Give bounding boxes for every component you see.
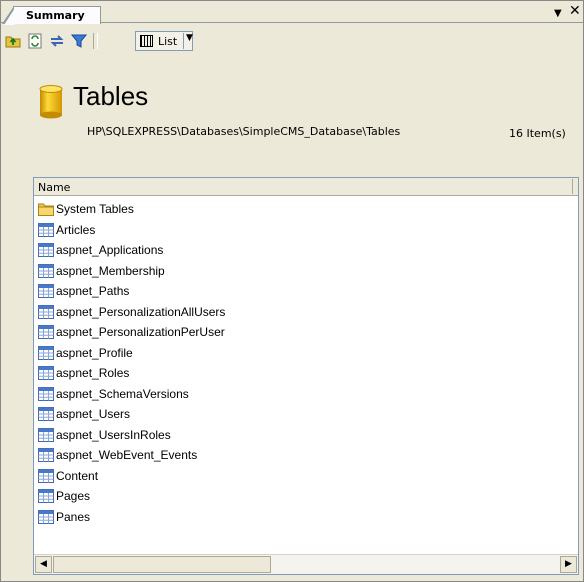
list-item[interactable]: Content: [38, 468, 225, 489]
window-menu-dropdown-icon[interactable]: ▼: [554, 8, 562, 19]
list-item-label: Panes: [56, 509, 91, 524]
page-title: Tables: [73, 81, 149, 111]
table-icon: [38, 427, 54, 442]
list-items: System Tables Articles aspnet_Applicatio…: [38, 201, 225, 529]
list-item-label: aspnet_Applications: [56, 243, 164, 257]
list-item-label: Articles: [56, 222, 96, 237]
list-item[interactable]: aspnet_PersonalizationPerUser: [38, 324, 225, 345]
list-item-label: aspnet_WebEvent_Events: [56, 448, 198, 462]
table-icon: [38, 222, 54, 237]
list-item[interactable]: Articles: [38, 222, 225, 243]
view-list-button[interactable]: List ▼: [135, 31, 193, 51]
table-icon: [38, 448, 54, 462]
folder-icon: [38, 202, 54, 216]
button-separator: [183, 33, 184, 49]
table-icon: [38, 284, 54, 298]
list-view-icon: [140, 35, 153, 47]
list-item-label: aspnet_PersonalizationAllUsers: [56, 304, 226, 319]
horizontal-scrollbar[interactable]: ◀ ▶: [34, 554, 578, 574]
toolbar-separator: [97, 33, 98, 49]
list-item[interactable]: aspnet_Users: [38, 406, 225, 427]
database-cylinder-icon: [39, 85, 63, 119]
list-item[interactable]: aspnet_SchemaVersions: [38, 386, 225, 407]
scrollbar-thumb[interactable]: [53, 556, 271, 573]
list-item-label: aspnet_PersonalizationPerUser: [56, 325, 225, 339]
list-item-label: aspnet_UsersInRoles: [56, 427, 171, 442]
table-icon: [38, 263, 54, 278]
list-item-label: aspnet_Roles: [56, 366, 130, 380]
list-item[interactable]: aspnet_WebEvent_Events: [38, 447, 225, 468]
item-count: 16 Item(s): [509, 127, 566, 140]
list-item[interactable]: aspnet_Profile: [38, 345, 225, 366]
column-header-name[interactable]: Name: [34, 178, 578, 196]
list-item[interactable]: aspnet_PersonalizationAllUsers: [38, 304, 225, 325]
list-item-label: aspnet_SchemaVersions: [56, 386, 189, 401]
list-item-label: aspnet_Users: [56, 407, 131, 421]
list-item[interactable]: System Tables: [38, 201, 225, 222]
chevron-down-icon[interactable]: ▼: [186, 33, 193, 43]
list-item-label: aspnet_Paths: [56, 284, 130, 298]
up-folder-icon[interactable]: [5, 33, 21, 49]
object-list: Name System Tables Articles aspnet_Appli…: [33, 177, 579, 575]
column-header-label: Name: [38, 181, 71, 194]
table-icon: [38, 489, 54, 503]
toolbar: List ▼: [1, 25, 583, 53]
list-item-label: Content: [56, 468, 99, 483]
scroll-right-icon[interactable]: ▶: [560, 556, 577, 573]
list-item-label: Pages: [56, 489, 91, 503]
list-item-label: aspnet_Profile: [56, 345, 133, 360]
table-icon: [38, 243, 54, 257]
list-item-label: System Tables: [56, 202, 134, 216]
table-icon: [38, 366, 54, 380]
sync-icon[interactable]: [27, 33, 43, 49]
summary-window: Summary ▼ ✕ List ▼ Tables HP\SQLEXPRESS\…: [0, 0, 584, 582]
table-icon: [38, 325, 54, 339]
scroll-left-icon[interactable]: ◀: [35, 556, 52, 573]
list-item-label: aspnet_Membership: [56, 263, 165, 278]
list-item[interactable]: aspnet_Membership: [38, 263, 225, 284]
list-item[interactable]: Panes: [38, 509, 225, 530]
list-item[interactable]: aspnet_UsersInRoles: [38, 427, 225, 448]
table-icon: [38, 468, 54, 483]
toolbar-separator: [93, 33, 94, 49]
list-item[interactable]: aspnet_Applications: [38, 242, 225, 263]
list-item[interactable]: aspnet_Paths: [38, 283, 225, 304]
column-separator[interactable]: [572, 179, 573, 194]
table-icon: [38, 509, 54, 524]
object-path: HP\SQLEXPRESS\Databases\SimpleCMS_Databa…: [87, 125, 401, 138]
list-item[interactable]: aspnet_Roles: [38, 365, 225, 386]
view-list-label: List: [158, 35, 178, 48]
tab-strip: Summary ▼ ✕: [1, 1, 583, 25]
filter-icon[interactable]: [71, 33, 87, 49]
tab-summary-label: Summary: [26, 9, 85, 22]
table-icon: [38, 304, 54, 319]
close-icon[interactable]: ✕: [569, 3, 581, 19]
tab-summary[interactable]: Summary: [2, 6, 101, 25]
refresh-icon[interactable]: [49, 33, 65, 49]
table-icon: [38, 407, 54, 421]
table-icon: [38, 345, 54, 360]
list-item[interactable]: Pages: [38, 488, 225, 509]
table-icon: [38, 386, 54, 401]
